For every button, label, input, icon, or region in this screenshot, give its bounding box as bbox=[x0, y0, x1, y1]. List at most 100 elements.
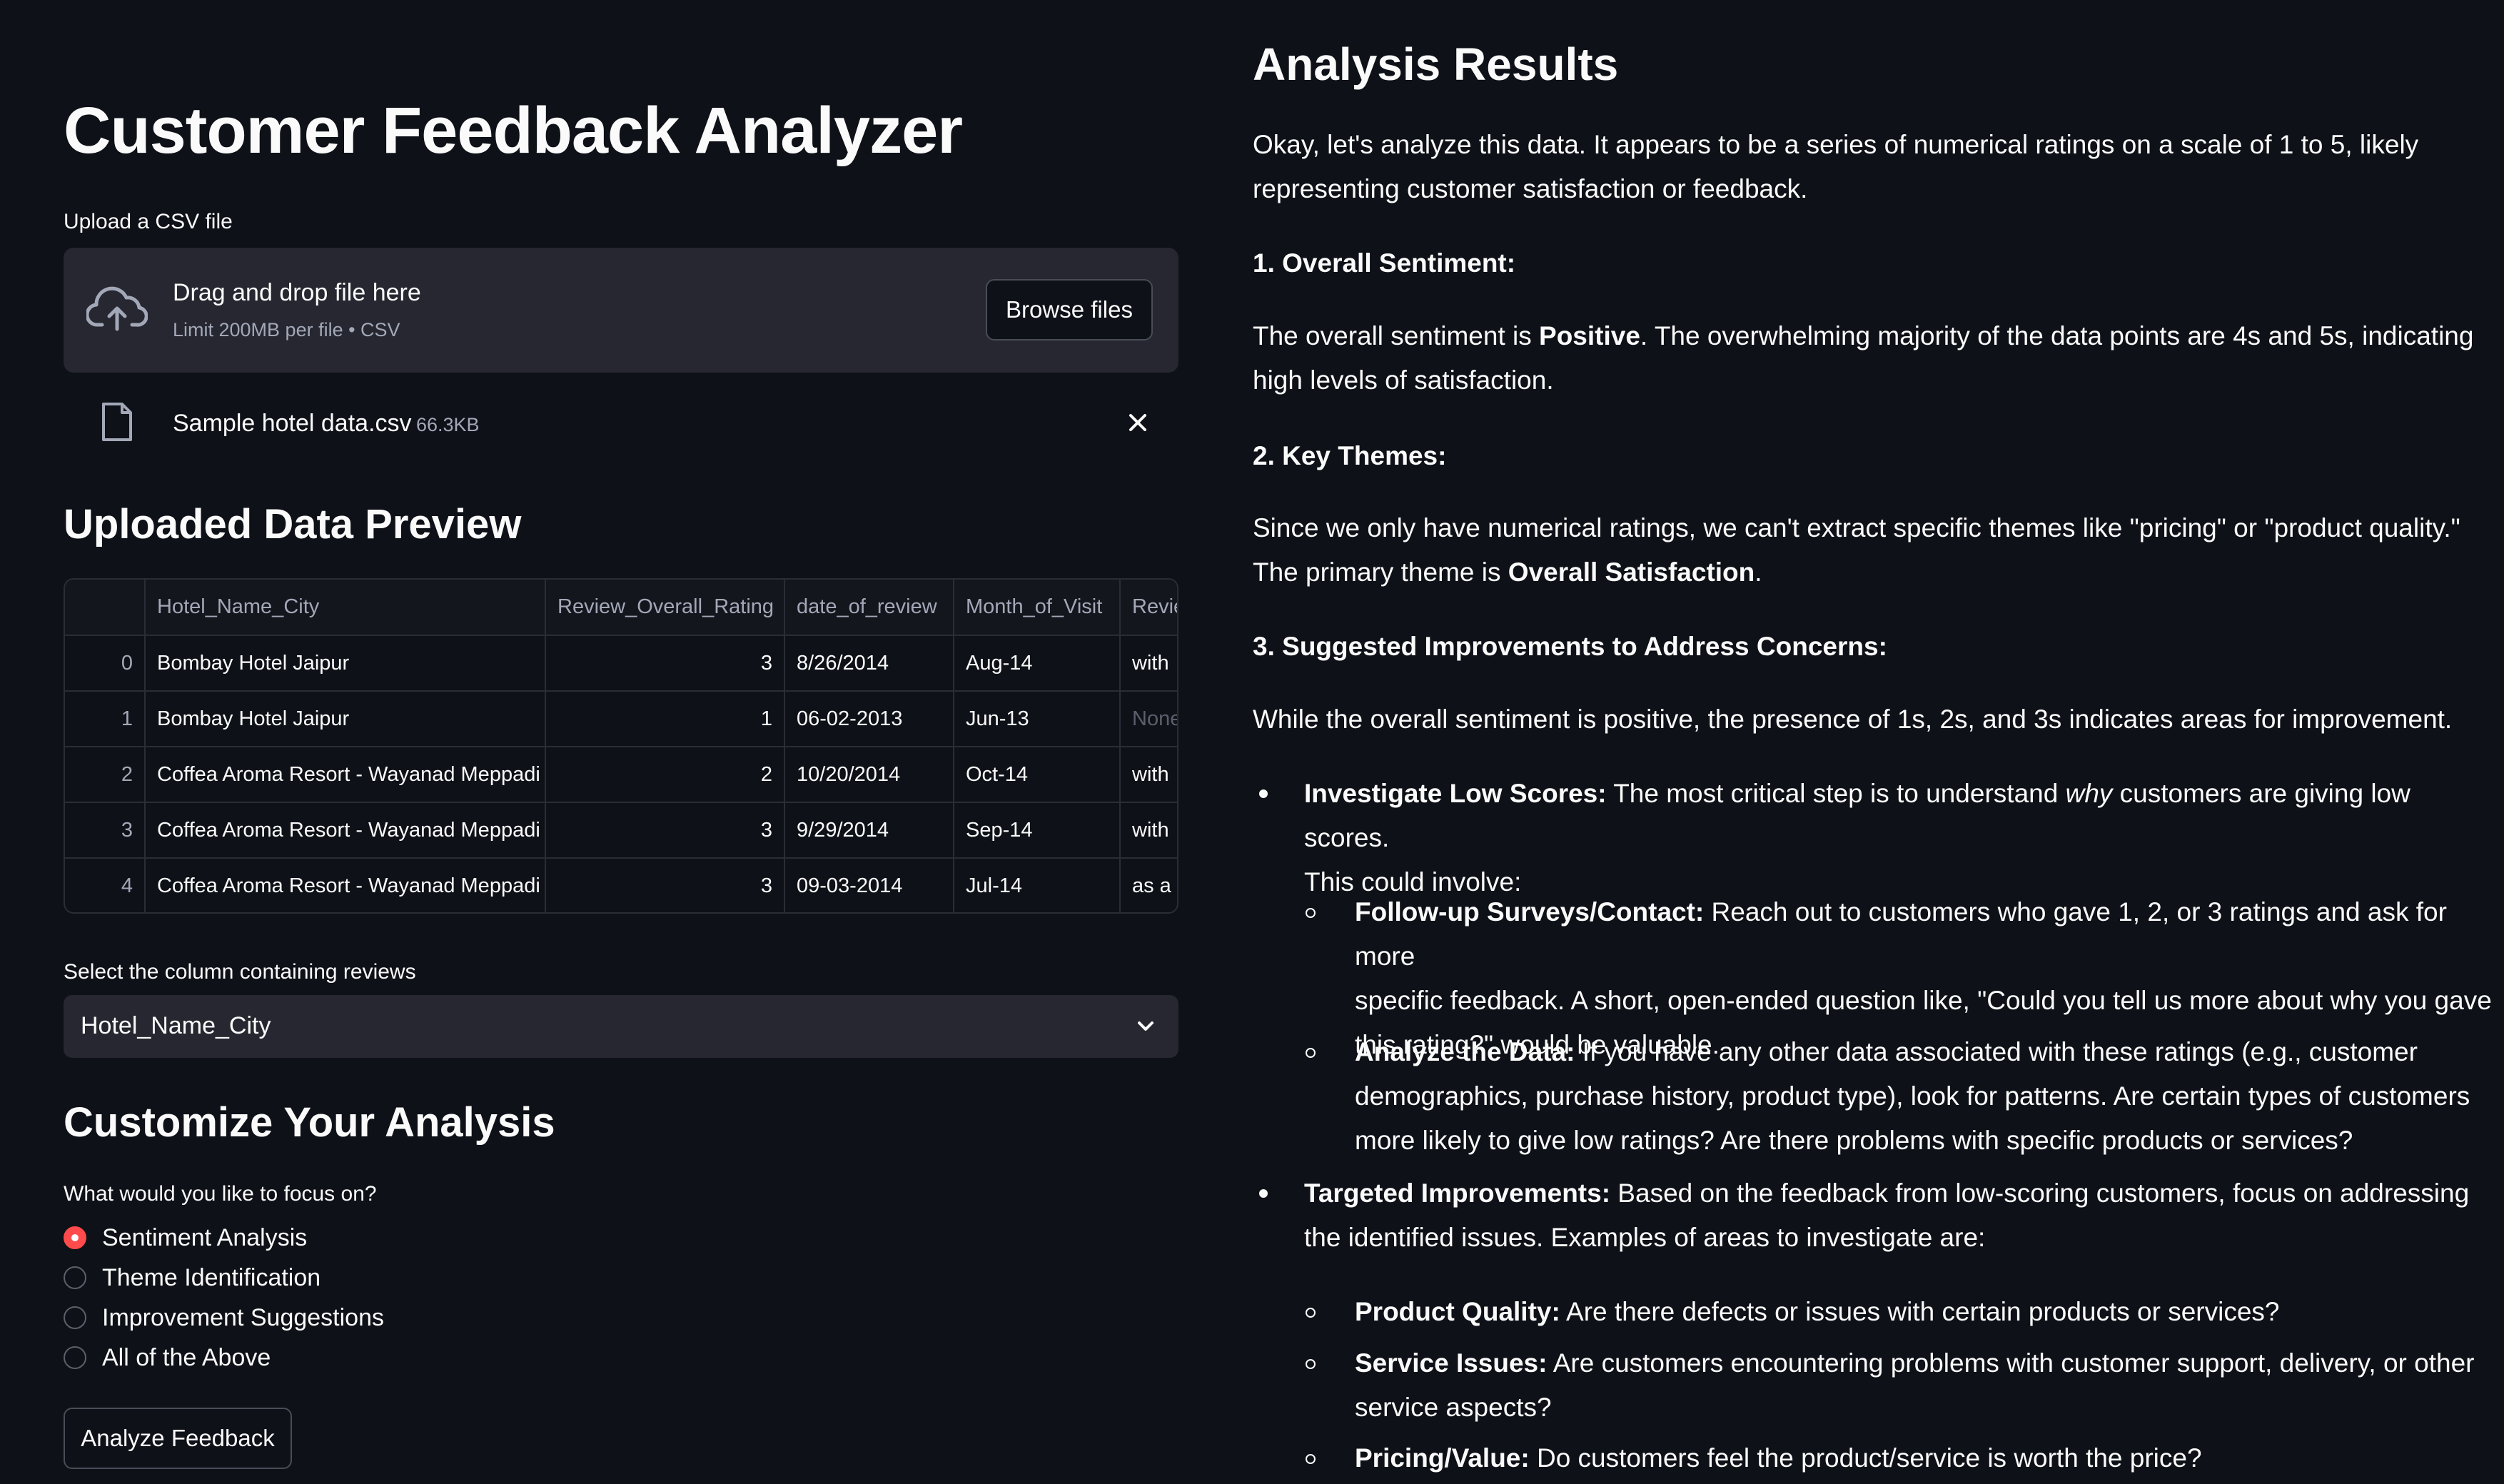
text-line: service aspects? bbox=[1355, 1393, 1552, 1422]
column-header[interactable]: Hotel_Name_City bbox=[145, 580, 546, 636]
table-cell: 06-02-2013 bbox=[784, 691, 954, 747]
text-line: The primary theme is Overall Satisfactio… bbox=[1253, 557, 1762, 587]
row-index: 3 bbox=[65, 802, 146, 859]
text-line: Targeted Improvements: Based on the feed… bbox=[1304, 1178, 2470, 1208]
table-cell: Jun-13 bbox=[954, 691, 1121, 747]
file-size: 66.3KB bbox=[416, 414, 480, 435]
row-index: 0 bbox=[65, 635, 146, 692]
column-header[interactable] bbox=[65, 580, 146, 636]
list-item: Service Issues: Are customers encounteri… bbox=[1355, 1341, 2497, 1430]
table-cell: with bbox=[1120, 747, 1177, 803]
text-line: The overall sentiment is Positive. The o… bbox=[1253, 321, 2474, 350]
text-line: representing customer satisfaction or fe… bbox=[1253, 174, 1808, 203]
table-cell: 9/29/2014 bbox=[784, 802, 954, 859]
table-cell: Aug-14 bbox=[954, 635, 1121, 692]
cloud-upload-icon bbox=[86, 286, 148, 331]
table-cell: with bbox=[1120, 802, 1177, 859]
table-row: 4 Coffea Aroma Resort - Wayanad Meppadi … bbox=[65, 858, 1177, 912]
radio-unselected-icon bbox=[64, 1346, 86, 1369]
themes-paragraph: Since we only have numerical ratings, we… bbox=[1253, 506, 2491, 595]
row-index: 1 bbox=[65, 691, 146, 747]
data-preview-table[interactable]: Hotel_Name_City Review_Overall_Rating da… bbox=[64, 578, 1178, 914]
list-item: Analyze the Data: If you have any other … bbox=[1355, 1030, 2497, 1163]
radio-label: All of the Above bbox=[102, 1343, 271, 1371]
dropzone-limit: Limit 200MB per file • CSV bbox=[173, 319, 400, 340]
list-item: Product Quality: Are there defects or is… bbox=[1355, 1290, 2497, 1334]
column-select-value: Hotel_Name_City bbox=[81, 1012, 271, 1039]
radio-sentiment-analysis[interactable]: Sentiment Analysis bbox=[64, 1222, 307, 1253]
radio-unselected-icon bbox=[64, 1306, 86, 1329]
text-line: the identified issues. Examples of areas… bbox=[1304, 1223, 1986, 1252]
radio-label: Improvement Suggestions bbox=[102, 1303, 384, 1331]
uploaded-file: Sample hotel data.csv 66.3KB bbox=[64, 394, 1178, 451]
text-line: While the overall sentiment is positive,… bbox=[1253, 705, 2453, 734]
section-heading: 2. Key Themes: bbox=[1253, 434, 2491, 478]
column-select-label: Select the column containing reviews bbox=[64, 960, 416, 984]
row-index: 4 bbox=[65, 858, 146, 912]
column-header[interactable]: Review_Overall_Rating bbox=[545, 580, 785, 636]
text-line: 1. Overall Sentiment: bbox=[1253, 248, 1516, 278]
text-line: Product Quality: Are there defects or is… bbox=[1355, 1297, 2280, 1326]
sub-bullet-icon bbox=[1306, 1308, 1316, 1318]
text-line: Pricing/Value: Do customers feel the pro… bbox=[1355, 1443, 2202, 1473]
text-line: more likely to give low ratings? Are the… bbox=[1355, 1126, 2353, 1155]
chevron-down-icon bbox=[1138, 1021, 1153, 1031]
radio-unselected-icon bbox=[64, 1266, 86, 1289]
section-heading: 3. Suggested Improvements to Address Con… bbox=[1253, 625, 2491, 669]
table-row: 3 Coffea Aroma Resort - Wayanad Meppadi … bbox=[65, 802, 1177, 859]
text-line: high levels of satisfaction. bbox=[1253, 365, 1554, 395]
text-line: Okay, let's analyze this data. It appear… bbox=[1253, 130, 2419, 159]
customize-heading: Customize Your Analysis bbox=[64, 1099, 555, 1146]
sub-bullet-icon bbox=[1306, 1454, 1316, 1464]
list-item: Pricing/Value: Do customers feel the pro… bbox=[1355, 1436, 2497, 1480]
column-header[interactable]: date_of_review bbox=[784, 580, 954, 636]
upload-label: Upload a CSV file bbox=[64, 210, 233, 233]
section-heading: 1. Overall Sentiment: bbox=[1253, 241, 2491, 286]
close-icon[interactable] bbox=[1124, 408, 1152, 437]
table-row: 1 Bombay Hotel Jaipur 1 06-02-2013 Jun-1… bbox=[65, 691, 1177, 747]
table-cell: None bbox=[1120, 691, 1177, 747]
file-dropzone[interactable]: Drag and drop file here Limit 200MB per … bbox=[64, 248, 1178, 373]
table-row: 2 Coffea Aroma Resort - Wayanad Meppadi … bbox=[65, 747, 1177, 803]
table-cell: 8/26/2014 bbox=[784, 635, 954, 692]
results-intro: Okay, let's analyze this data. It appear… bbox=[1253, 123, 2491, 211]
table-cell: Sep-14 bbox=[954, 802, 1121, 859]
column-header[interactable]: Revie bbox=[1120, 580, 1177, 636]
table-cell: Bombay Hotel Jaipur bbox=[145, 635, 546, 692]
file-name: Sample hotel data.csv bbox=[173, 410, 412, 437]
bullet-icon bbox=[1259, 1189, 1268, 1198]
text-line: specific feedback. A short, open-ended q… bbox=[1355, 986, 2492, 1015]
table-cell: Jul-14 bbox=[954, 858, 1121, 912]
text-line: 2. Key Themes: bbox=[1253, 441, 1447, 470]
table-cell: 3 bbox=[545, 802, 785, 859]
preview-heading: Uploaded Data Preview bbox=[64, 501, 522, 547]
dropzone-title: Drag and drop file here bbox=[173, 279, 421, 306]
sub-bullet-icon bbox=[1306, 908, 1316, 918]
improvements-intro: While the overall sentiment is positive,… bbox=[1253, 697, 2491, 742]
radio-selected-icon bbox=[64, 1226, 86, 1249]
table-cell: with bbox=[1120, 635, 1177, 692]
column-header[interactable]: Month_of_Visit bbox=[954, 580, 1121, 636]
focus-question: What would you like to focus on? bbox=[64, 1182, 377, 1206]
radio-improvement-suggestions[interactable]: Improvement Suggestions bbox=[64, 1302, 384, 1333]
table-cell: Bombay Hotel Jaipur bbox=[145, 691, 546, 747]
table-cell: Coffea Aroma Resort - Wayanad Meppadi bbox=[145, 858, 546, 912]
browse-files-button[interactable]: Browse files bbox=[986, 279, 1153, 340]
sub-bullet-icon bbox=[1306, 1048, 1316, 1058]
file-icon bbox=[102, 403, 132, 441]
bullet-icon bbox=[1259, 789, 1268, 798]
table-cell: 09-03-2014 bbox=[784, 858, 954, 912]
text-line: Service Issues: Are customers encounteri… bbox=[1355, 1348, 2475, 1378]
table-cell: 10/20/2014 bbox=[784, 747, 954, 803]
table-cell: Coffea Aroma Resort - Wayanad Meppadi bbox=[145, 747, 546, 803]
radio-label: Theme Identification bbox=[102, 1263, 321, 1291]
text-line: demographics, purchase history, product … bbox=[1355, 1081, 2470, 1111]
table-cell: as a bbox=[1120, 858, 1177, 912]
table-cell: 2 bbox=[545, 747, 785, 803]
column-select[interactable]: Hotel_Name_City bbox=[64, 995, 1178, 1058]
radio-all-of-the-above[interactable]: All of the Above bbox=[64, 1342, 271, 1373]
list-item: Investigate Low Scores: The most critica… bbox=[1304, 772, 2489, 904]
radio-theme-identification[interactable]: Theme Identification bbox=[64, 1262, 320, 1293]
table-header-row: Hotel_Name_City Review_Overall_Rating da… bbox=[65, 580, 1177, 636]
analyze-feedback-button[interactable]: Analyze Feedback bbox=[64, 1408, 292, 1469]
